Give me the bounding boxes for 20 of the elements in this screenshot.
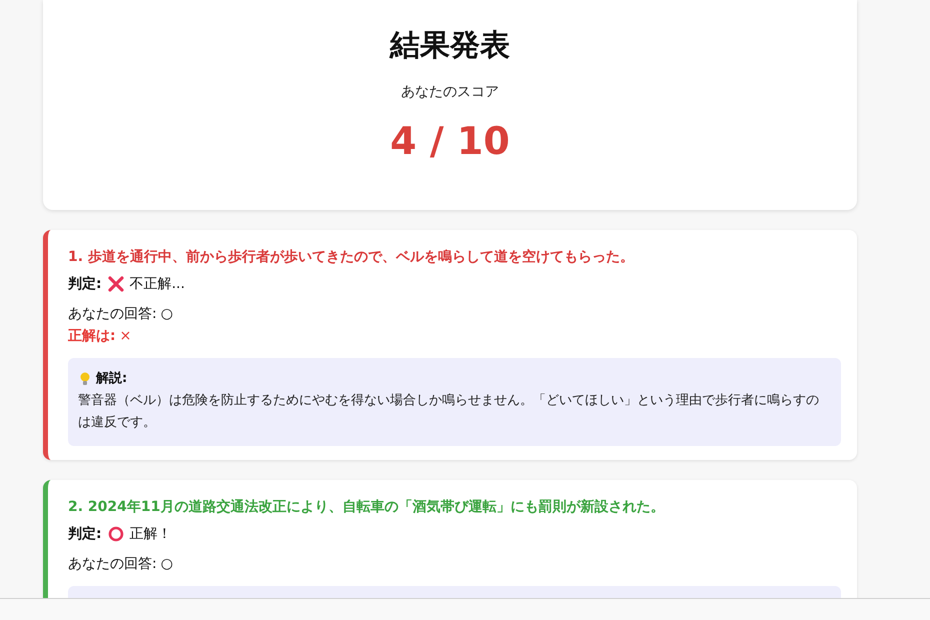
question-text: 2. 2024年11月の道路交通法改正により、自転車の「酒気帯び運転」にも罰則が新設された。 [68, 498, 666, 517]
circle-icon [108, 526, 124, 542]
answer-value: ○ [160, 305, 173, 324]
lightbulb-icon [80, 372, 90, 386]
answer-value: ○ [160, 555, 173, 574]
score-label: あなたのスコア [401, 83, 499, 102]
result-title: 結果発表 [390, 27, 510, 65]
explanation-text: 警音器（ベル）は危険を防止するためにやむを得ない場合しか鳴らせません。「どいてほしい」という理由で歩行者に鳴らすのは違反です。 [78, 392, 820, 432]
verdict-text: 正解！ [130, 525, 172, 544]
correct-answer-value: × [120, 327, 132, 346]
verdict-label: 判定: [68, 524, 102, 544]
explanation-title: 解説: [96, 370, 128, 388]
question-text: 1. 歩道を通行中、前から歩行者が歩いてきたので、ベルを鳴らして道を空けてもらった。 [68, 248, 635, 267]
score-value: 4 / 10 [390, 118, 510, 165]
verdict-text: 不正解... [130, 275, 185, 294]
cross-icon [108, 276, 124, 292]
correct-answer-label: 正解は: [68, 327, 116, 346]
verdict-label: 判定: [68, 274, 102, 294]
answer-label: あなたの回答: [68, 305, 157, 324]
answer-label: あなたの回答: [68, 555, 157, 574]
